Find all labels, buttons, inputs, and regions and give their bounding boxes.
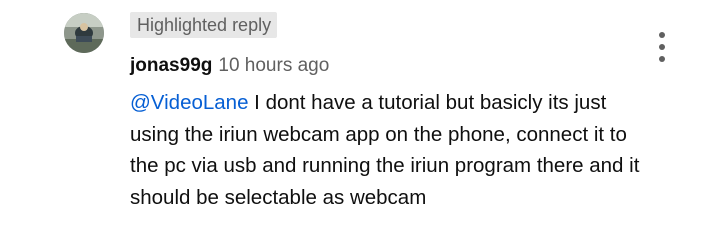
highlighted-reply-badge: Highlighted reply	[130, 12, 278, 38]
more-actions-button[interactable]	[651, 27, 673, 67]
avatar-image	[64, 13, 104, 53]
comment-body: @VideoLane I dont have a tutorial but ba…	[130, 87, 650, 213]
menu-dot	[659, 56, 665, 62]
author-name[interactable]: jonas99g	[130, 55, 212, 76]
comment-thread-item: Highlighted reply jonas99g 10 hours ago @…	[0, 0, 702, 252]
avatar[interactable]	[64, 13, 104, 53]
comment-timestamp[interactable]: 10 hours ago	[218, 55, 329, 76]
menu-dot	[659, 44, 665, 50]
comment-header: jonas99g 10 hours ago	[130, 53, 329, 79]
mention-link[interactable]: @VideoLane	[130, 91, 248, 114]
menu-dot	[659, 32, 665, 38]
